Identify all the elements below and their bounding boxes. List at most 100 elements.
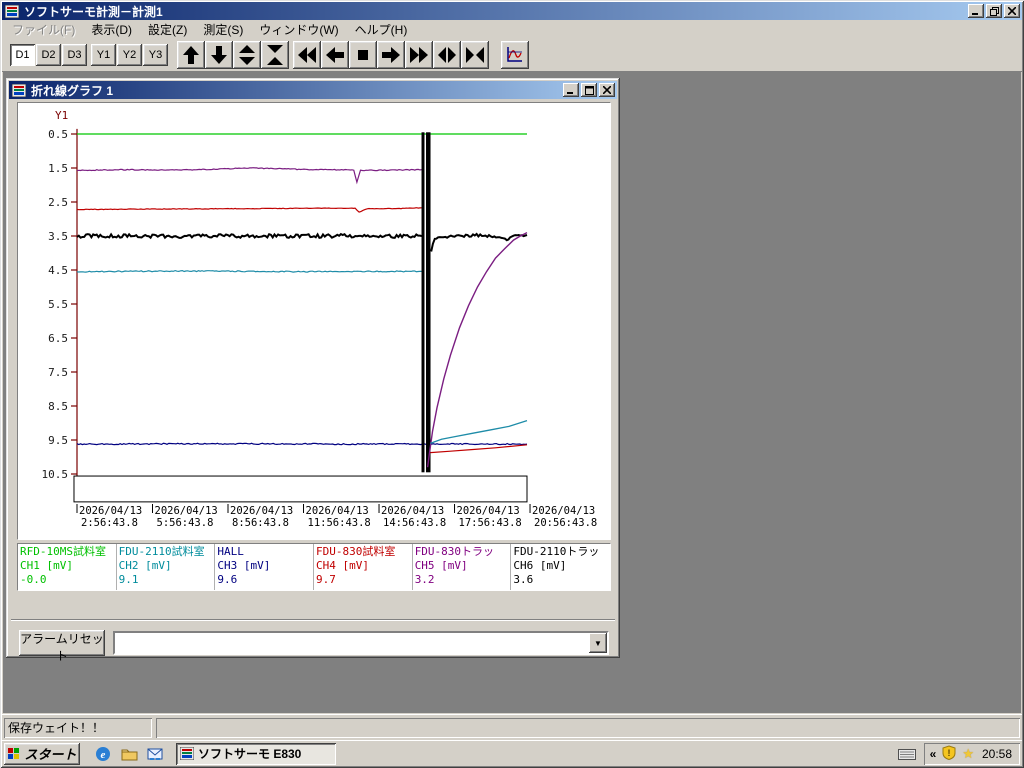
status-message-panel: 保存ウェイト！！ [4,718,152,738]
restore-button[interactable] [986,4,1002,18]
security-shield-icon[interactable]: ! [942,744,956,763]
svg-text:2026/04/13: 2026/04/13 [532,505,595,517]
combobox-dropdown-button[interactable]: ▼ [589,633,607,653]
toolbar-d1-button[interactable]: D1 [10,44,35,66]
svg-text:2026/04/13: 2026/04/13 [457,505,520,517]
triangles-in-horizontal-icon [466,47,484,63]
app-icon [180,747,194,760]
toolbar-step-left-button[interactable] [321,41,349,69]
series-CH4-after [430,444,528,454]
start-button-label: スタート [24,747,77,762]
toolbar-compress-horizontal-button[interactable] [461,41,489,69]
menu-bar: ファイル(F) 表示(D) 設定(Z) 測定(S) ウィンドウ(W) ヘルプ(H) [2,20,1022,39]
legend-ch: CH2 [mV] [118,559,172,572]
close-button[interactable] [1004,4,1020,18]
toolbar-up-button[interactable] [177,41,205,69]
legend-value: 3.2 [414,573,435,586]
arrow-down-icon [211,46,227,64]
svg-text:Y1: Y1 [55,109,68,122]
chart-maximize-button[interactable] [581,83,597,97]
alarm-combobox[interactable]: ▼ [113,631,609,655]
series-CH4-before [76,207,422,213]
mdi-area: 折れ線グラフ 1 0.5 1.5 2.5 3.5 4.5 5.5 6.5 7.5 8.5 9.5 1… [3,72,1021,713]
legend-name: FDU-2110試料室 [118,545,205,558]
keyboard-language-icon[interactable] [897,747,916,760]
toolbar-compress-vertical-button[interactable] [261,41,289,69]
windows-logo-icon [8,748,20,759]
chart-window: 折れ線グラフ 1 0.5 1.5 2.5 3.5 4.5 5.5 6.5 7.5 8.5 9.5 1… [6,78,620,663]
taskbar: スタート e ソフトサーモ E830 « ! ★ 20:58 [2,740,1022,766]
series-CH2-after [430,419,528,445]
legend-channel-5: FDU-830トラッ CH5 [mV] 3.2 [413,544,512,590]
app-titlebar: ソフトサーモ計測－計測1 [2,2,1022,20]
svg-text:!: ! [948,748,951,758]
toolbar-forward-button[interactable] [405,41,433,69]
menu-item-window[interactable]: ウィンドウ(W) [251,19,346,40]
double-right-icon [410,47,428,63]
svg-text:8:56:43.8: 8:56:43.8 [232,517,289,529]
status-message: 保存ウェイト！！ [8,721,105,735]
minimize-button[interactable] [968,4,984,18]
toolbar-graph-settings-button[interactable] [501,41,529,69]
double-left-icon [298,47,316,63]
toolbar-rewind-button[interactable] [293,41,321,69]
svg-text:2026/04/13: 2026/04/13 [230,505,293,517]
chart-window-icon [11,83,27,97]
svg-text:6.5: 6.5 [48,332,68,345]
legend-name: HALL [217,545,244,558]
separator [11,619,615,621]
menu-item-view[interactable]: 表示(D) [83,19,140,40]
legend-name: RFD-10MS試料室 [20,545,106,558]
toolbar-step-right-button[interactable] [377,41,405,69]
quicklaunch-folder-icon[interactable] [120,745,138,763]
svg-text:5.5: 5.5 [48,298,68,311]
taskbar-app-button[interactable]: ソフトサーモ E830 [176,742,336,765]
legend-channel-6: FDU-2110トラッ CH6 [mV] 3.6 [511,544,610,590]
legend-ch: CH6 [mV] [513,559,567,572]
toolbar: D1 D2 D3 Y1 Y2 Y3 [2,39,1022,72]
legend-channel-4: FDU-830試料室 CH4 [mV] 9.7 [314,544,413,590]
menu-item-help[interactable]: ヘルプ(H) [347,19,416,40]
legend-name: FDU-830試料室 [316,545,396,558]
svg-text:14:56:43.8: 14:56:43.8 [383,517,446,529]
chart-close-button[interactable] [599,83,615,97]
quick-launch: e [94,745,164,763]
legend-channel-2: FDU-2110試料室 CH2 [mV] 9.1 [117,544,216,590]
start-button[interactable]: スタート [4,742,80,765]
stop-icon [358,50,368,60]
toolbar-expand-vertical-button[interactable] [233,41,261,69]
status-bar: 保存ウェイト！！ [2,714,1022,740]
legend-name: FDU-2110トラッ [513,545,600,558]
svg-text:11:56:43.8: 11:56:43.8 [308,517,371,529]
quicklaunch-ie-icon[interactable]: e [94,745,112,763]
toolbar-d2-button[interactable]: D2 [36,44,61,66]
tray-collapse-chevron[interactable]: « [930,747,937,761]
svg-text:2026/04/13: 2026/04/13 [306,505,369,517]
menu-item-setting[interactable]: 設定(Z) [140,19,195,40]
app-icon [4,4,20,18]
tray-star-icon[interactable]: ★ [962,746,974,762]
alarm-reset-button[interactable]: アラームリセット [19,630,105,663]
toolbar-down-button[interactable] [205,41,233,69]
toolbar-d3-button[interactable]: D3 [62,44,87,66]
chart-minimize-button[interactable] [563,83,579,97]
alarm-row: アラームリセット ▼ [19,629,609,663]
legend-ch: CH4 [mV] [316,559,369,572]
clock[interactable]: 20:58 [982,747,1012,761]
toolbar-y2-button[interactable]: Y2 [117,44,142,66]
menu-item-file[interactable]: ファイル(F) [4,19,83,40]
svg-text:2:56:43.8: 2:56:43.8 [81,517,138,529]
toolbar-y1-button[interactable]: Y1 [91,44,116,66]
legend-value: 9.7 [316,573,336,586]
toolbar-y3-button[interactable]: Y3 [143,44,168,66]
series-CH6-before [76,232,422,240]
toolbar-stop-button[interactable] [349,41,377,69]
quicklaunch-outlook-icon[interactable] [146,745,164,763]
svg-text:2026/04/13: 2026/04/13 [155,505,218,517]
svg-text:2026/04/13: 2026/04/13 [79,505,142,517]
series-CH5-before [76,167,422,185]
svg-text:20:56:43.8: 20:56:43.8 [534,517,597,529]
menu-item-measure[interactable]: 測定(S) [195,19,251,40]
toolbar-expand-horizontal-button[interactable] [433,41,461,69]
app-title: ソフトサーモ計測－計測1 [24,4,163,19]
